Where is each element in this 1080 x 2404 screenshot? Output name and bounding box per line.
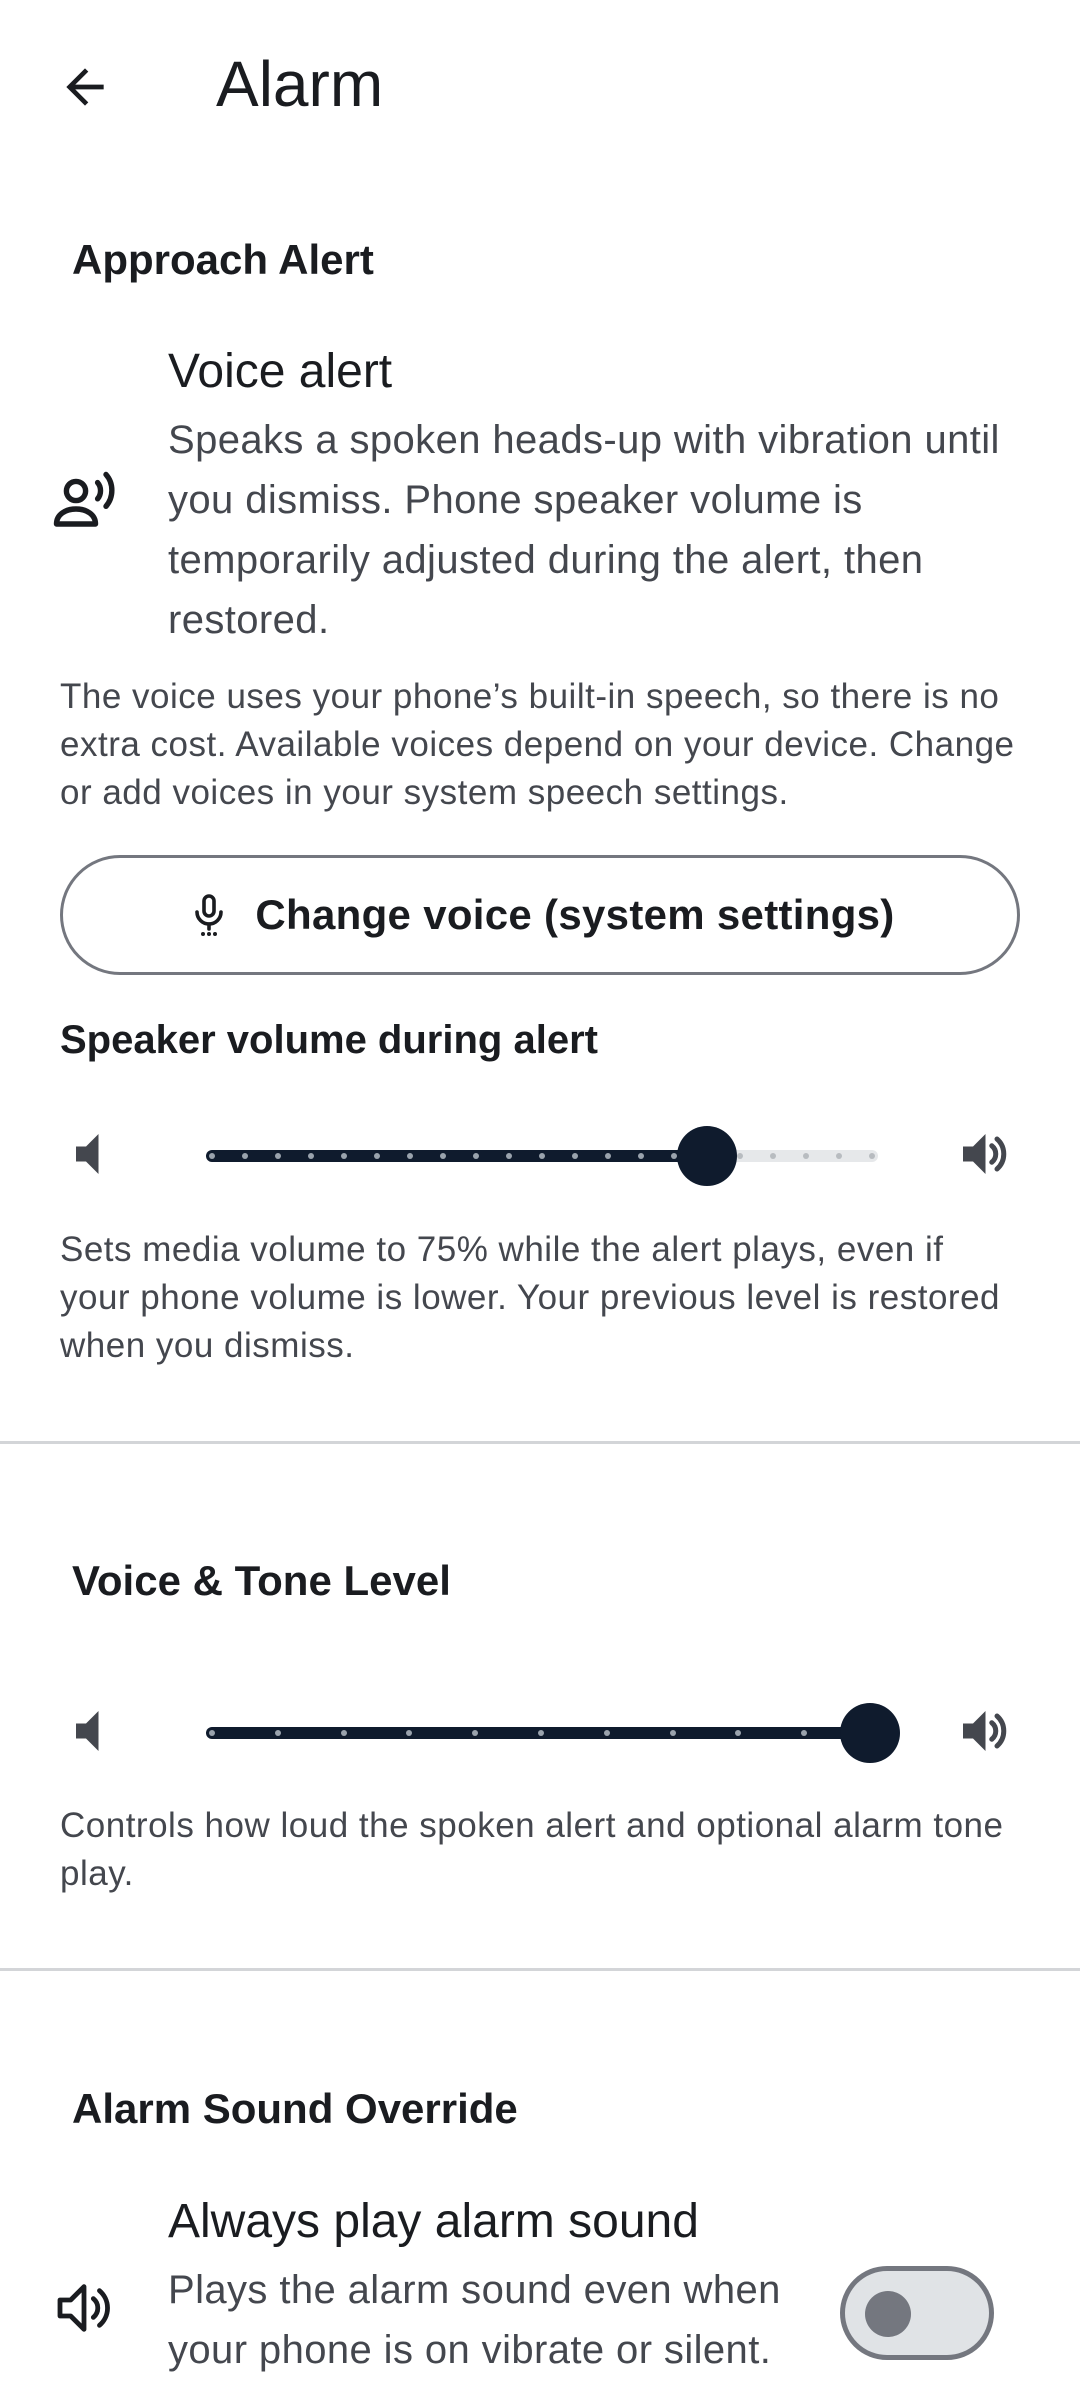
slider-tick [341, 1153, 347, 1159]
always-play-summary: Plays the alarm sound even when your pho… [168, 2268, 781, 2372]
speaker-volume-slider[interactable] [0, 1102, 1080, 1202]
slider-tick [605, 1153, 611, 1159]
voice-tone-slider[interactable] [0, 1679, 1080, 1779]
always-play-title: Always play alarm sound [168, 2195, 699, 2248]
slider-active-track [206, 1150, 707, 1162]
mic-icon [195, 894, 224, 936]
slider-tick [836, 1153, 842, 1159]
voice-info-text: The voice uses your phone’s built-in spe… [60, 677, 1015, 812]
slider-tick [308, 1153, 314, 1159]
volume-up-button[interactable] [953, 1124, 1013, 1184]
section-header-voice-tone: Voice & Tone Level [72, 1557, 451, 1604]
section-header-approach-alert: Approach Alert [72, 236, 374, 283]
slider-tick [209, 1153, 215, 1159]
slider-tick [242, 1153, 248, 1159]
voice-alert-summary: Speaks a spoken heads-up with vibration … [168, 418, 1000, 642]
slider-tick [209, 1730, 215, 1736]
slider-tick [803, 1153, 809, 1159]
slider-tick [374, 1153, 380, 1159]
slider-thumb[interactable] [840, 1703, 900, 1763]
voice-tone-description: Controls how loud the spoken alert and o… [60, 1806, 1004, 1893]
voice-alert-title: Voice alert [168, 345, 393, 398]
top-app-bar: Alarm [0, 0, 1080, 170]
slider-tick [506, 1153, 512, 1159]
slider-tick [737, 1153, 743, 1159]
slider-tick [538, 1730, 544, 1736]
slider-tick [638, 1153, 644, 1159]
divider [0, 1441, 1080, 1444]
record-voice-icon [40, 455, 130, 545]
slider-tick [869, 1153, 875, 1159]
volume-up-button[interactable] [953, 1701, 1013, 1761]
slider-tick [770, 1153, 776, 1159]
toggle-knob [865, 2291, 911, 2337]
speaker-volume-label: Speaker volume during alert [60, 1018, 598, 1062]
volume-down-button[interactable] [66, 1701, 126, 1761]
slider-tick [340, 1730, 347, 1736]
slider-tick [603, 1730, 610, 1736]
volume-down-button[interactable] [66, 1124, 126, 1184]
change-voice-label: Change voice (system settings) [255, 891, 895, 938]
slider-tick [572, 1153, 578, 1159]
volume-high-icon[interactable] [953, 1124, 1013, 1184]
slider-tick [275, 1153, 281, 1159]
slider-tick [440, 1153, 446, 1159]
back-button[interactable] [40, 42, 130, 132]
speaker-volume-description: Sets media volume to 75% while the alert… [60, 1230, 1000, 1365]
volume-up-icon [44, 2268, 124, 2348]
divider [0, 1968, 1080, 1971]
section-header-alarm-override: Alarm Sound Override [72, 2085, 518, 2132]
volume-high-icon[interactable] [953, 1701, 1013, 1761]
slider-tick [669, 1730, 676, 1736]
slider-thumb[interactable] [677, 1126, 737, 1186]
slider-tick [539, 1153, 545, 1159]
always-play-toggle[interactable] [840, 2266, 994, 2360]
volume-low-icon[interactable] [66, 1701, 126, 1761]
arrow-back-icon [66, 68, 104, 106]
page-title: Alarm [216, 48, 384, 120]
volume-low-icon[interactable] [66, 1124, 126, 1184]
slider-tick [473, 1153, 479, 1159]
change-voice-button[interactable]: Change voice (system settings) [60, 855, 1020, 975]
slider-tick [274, 1730, 281, 1736]
slider-tick [407, 1153, 413, 1159]
